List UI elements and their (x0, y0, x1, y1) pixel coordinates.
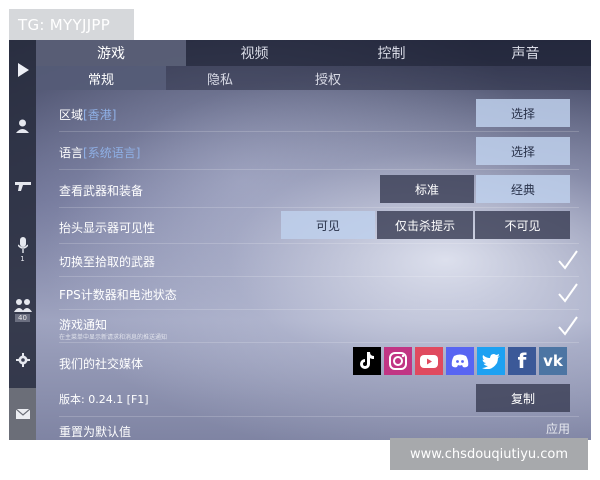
setting-row-switch-weapon: 切换至拾取的武器 (59, 244, 579, 277)
language-label: 语言[系统语言] (59, 144, 140, 161)
social-label: 我们的社交媒体 (59, 357, 144, 371)
watermark-bottom: www.chsdouqiutiyu.com (390, 438, 588, 470)
sidebar-item-mail[interactable] (9, 388, 36, 440)
hud-option-hidden[interactable]: 不可见 (475, 211, 570, 239)
tab-licenses[interactable]: 授权 (274, 66, 382, 90)
setting-row-region: 区域[香港] 选择 (59, 96, 579, 132)
weapons-label: 查看武器和装备 (59, 184, 144, 198)
setting-row-hud: 抬头显示器可见性 可见 仅击杀提示 不可见 (59, 208, 579, 244)
weapons-option-classic[interactable]: 经典 (476, 175, 570, 203)
language-value: [系统语言] (83, 146, 141, 160)
switch-weapon-checkbox[interactable] (557, 249, 579, 271)
sidebar-item-friends[interactable]: 40 (9, 290, 36, 330)
sidebar: 1 40 (9, 40, 36, 440)
tab-video[interactable]: 视频 (186, 40, 323, 66)
setting-row-fps: FPS计数器和电池状态 (59, 277, 579, 310)
gun-icon (14, 182, 31, 191)
user-icon (16, 119, 29, 133)
fps-checkbox[interactable] (557, 282, 579, 304)
tab-game[interactable]: 游戏 (36, 40, 186, 66)
weapons-option-standard[interactable]: 标准 (380, 175, 474, 203)
region-select-button[interactable]: 选择 (476, 99, 570, 127)
friends-count: 40 (15, 314, 30, 322)
reset-label: 重置为默认值 (59, 425, 132, 439)
youtube-icon[interactable] (415, 347, 443, 375)
copy-version-button[interactable]: 复制 (476, 384, 570, 412)
setting-row-weapons: 查看武器和装备 标准 经典 (59, 172, 579, 208)
region-label: 区域[香港] (59, 106, 116, 123)
vk-icon[interactable]: vk (539, 347, 567, 375)
tab-privacy[interactable]: 隐私 (166, 66, 274, 90)
watermark-top: TG: MYYJJPP (9, 9, 134, 40)
hud-option-visible[interactable]: 可见 (281, 211, 375, 239)
voice-count: 1 (20, 255, 25, 263)
instagram-icon[interactable] (384, 347, 412, 375)
sidebar-item-voice[interactable]: 1 (9, 232, 36, 268)
notifications-label: 游戏通知 (59, 318, 108, 332)
notifications-sublabel: 在主菜单中显示新请求和消息的推送通知 (59, 334, 168, 341)
tab-sound[interactable]: 声音 (460, 40, 591, 66)
region-label-text: 区域 (59, 108, 84, 122)
language-label-text: 语言 (59, 146, 84, 160)
play-icon (17, 63, 29, 77)
language-select-button[interactable]: 选择 (476, 137, 570, 165)
fps-label: FPS计数器和电池状态 (59, 288, 177, 302)
main-tabs: 游戏 视频 控制 声音 (36, 40, 591, 66)
hud-option-kills-only[interactable]: 仅击杀提示 (377, 211, 473, 239)
sidebar-item-profile[interactable] (9, 112, 36, 140)
tab-general[interactable]: 常规 (36, 66, 166, 90)
mail-icon (15, 409, 30, 419)
setting-row-language: 语言[系统语言] 选择 (59, 134, 579, 170)
switch-weapon-label: 切换至拾取的武器 (59, 255, 156, 269)
tab-controls[interactable]: 控制 (323, 40, 460, 66)
tiktok-icon[interactable] (353, 347, 381, 375)
version-label: 版本: 0.24.1 [F1] (59, 393, 149, 406)
setting-row-notifications: 游戏通知 在主菜单中显示新请求和消息的推送通知 (59, 310, 579, 343)
sidebar-item-weapons[interactable] (9, 172, 36, 200)
group-icon (13, 299, 32, 312)
twitter-icon[interactable] (477, 347, 505, 375)
microphone-icon (17, 237, 28, 253)
sidebar-item-play[interactable] (9, 56, 36, 84)
setting-row-social: 我们的社交媒体 f vk (59, 343, 579, 381)
apply-button[interactable]: 应用 (476, 417, 570, 440)
facebook-icon[interactable]: f (508, 347, 536, 375)
notifications-checkbox[interactable] (557, 315, 579, 337)
hud-label: 抬头显示器可见性 (59, 221, 156, 235)
discord-icon[interactable] (446, 347, 474, 375)
setting-row-reset: 重置为默认值 应用 (59, 417, 579, 440)
setting-row-version: 版本: 0.24.1 [F1] 复制 (59, 381, 579, 417)
game-settings-screen: 1 40 游戏 视频 控制 声音 常规 隐私 授权 区域[香港] 选择 语言[系… (9, 40, 591, 440)
sidebar-item-settings[interactable] (9, 346, 36, 374)
gear-icon (15, 353, 30, 367)
region-value: [香港] (83, 108, 117, 122)
sub-tabs: 常规 隐私 授权 (36, 66, 591, 90)
